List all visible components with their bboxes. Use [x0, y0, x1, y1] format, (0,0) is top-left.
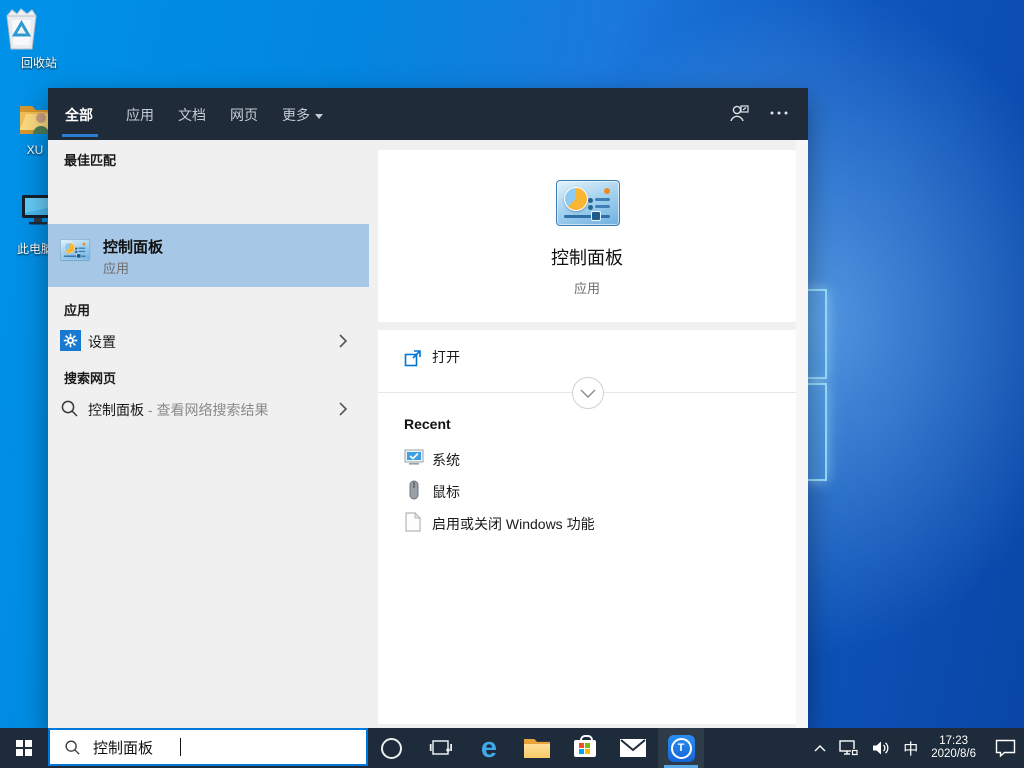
start-button[interactable] — [0, 728, 48, 768]
edge-button[interactable]: e — [466, 728, 512, 768]
chevron-right-icon — [338, 333, 348, 349]
flyout-header: 全部 应用 文档 网页 更多 — [48, 88, 808, 140]
action-center-button[interactable] — [995, 739, 1016, 758]
search-icon — [60, 399, 79, 418]
preview-actions-card: 打开 Recent 系统 — [378, 330, 796, 724]
taskbar-search-box[interactable] — [48, 728, 368, 766]
store-button[interactable] — [562, 728, 608, 768]
file-explorer-icon — [524, 739, 550, 758]
recycle-bin-icon — [0, 5, 42, 51]
settings-gear-icon — [60, 330, 81, 351]
network-icon — [839, 740, 859, 757]
task-view-icon — [429, 738, 453, 758]
preview-hero-card: 控制面板 应用 — [378, 150, 796, 322]
mail-button[interactable] — [610, 728, 656, 768]
tab-apps[interactable]: 应用 — [126, 105, 154, 125]
desktop: 回收站 XU 此电脑 全部 应用 文档 网页 — [0, 0, 1024, 768]
apps-section-header: 应用 — [64, 300, 90, 319]
ellipsis-icon — [770, 110, 788, 116]
mail-icon — [620, 739, 646, 757]
search-input[interactable] — [93, 739, 179, 756]
driver-app-icon: T — [668, 735, 695, 762]
volume-button[interactable] — [872, 740, 890, 756]
action-center-icon — [995, 739, 1016, 758]
web-search-label: 控制面板 - 查看网络搜索结果 — [88, 400, 268, 420]
best-match-title: 控制面板 — [103, 236, 163, 257]
wallpaper-pane — [806, 289, 827, 379]
tab-documents[interactable]: 文档 — [178, 105, 206, 125]
cortana-icon — [381, 738, 402, 759]
open-launch-icon — [404, 349, 422, 367]
tray-expand-button[interactable] — [814, 744, 826, 752]
best-match-result[interactable]: 控制面板 应用 — [48, 224, 369, 287]
results-column: 最佳匹配 控制面板 应用 应用 — [48, 140, 378, 728]
control-panel-icon — [60, 239, 90, 261]
person-icon — [728, 102, 750, 124]
windows-logo-icon — [16, 740, 32, 756]
preview-subtitle: 应用 — [378, 278, 796, 297]
best-match-subtitle: 应用 — [103, 258, 129, 277]
desktop-icon-recycle-bin[interactable]: 回收站 — [0, 5, 78, 71]
driver-app-button[interactable]: T — [658, 728, 704, 768]
web-section-header: 搜索网页 — [64, 368, 116, 387]
preview-title: 控制面板 — [378, 244, 796, 270]
text-caret — [180, 738, 181, 756]
chevron-down-icon — [580, 389, 596, 398]
tab-more[interactable]: 更多 — [282, 105, 323, 125]
mouse-icon — [404, 480, 424, 500]
chevron-down-icon — [315, 114, 323, 119]
ime-indicator[interactable]: 中 — [903, 738, 918, 759]
recent-item-system[interactable]: 系统 — [378, 446, 796, 472]
preview-column: 控制面板 应用 打开 Recen — [378, 140, 796, 728]
taskbar: e T — [0, 728, 1024, 768]
document-icon — [404, 512, 422, 532]
search-icon — [64, 739, 81, 756]
system-tray: 中 17:23 2020/8/6 — [814, 728, 1016, 768]
expand-button[interactable] — [572, 377, 604, 409]
edge-icon: e — [481, 734, 497, 763]
clock-time: 17:23 — [931, 735, 976, 748]
settings-label: 设置 — [88, 332, 116, 352]
store-icon — [574, 740, 596, 757]
file-explorer-button[interactable] — [514, 728, 560, 768]
speaker-icon — [872, 740, 890, 756]
recent-header: Recent — [404, 416, 451, 432]
scrollbar-track[interactable] — [796, 140, 808, 728]
recent-item-windows-features[interactable]: 启用或关闭 Windows 功能 — [378, 510, 796, 536]
system-icon — [404, 448, 424, 467]
network-button[interactable] — [839, 740, 859, 757]
tab-all[interactable]: 全部 — [65, 105, 93, 125]
recent-item-mouse[interactable]: 鼠标 — [378, 478, 796, 504]
search-flyout: 全部 应用 文档 网页 更多 最佳匹配 — [48, 88, 808, 728]
tab-web[interactable]: 网页 — [230, 105, 258, 125]
open-action[interactable]: 打开 — [378, 336, 796, 376]
clock-date: 2020/8/6 — [931, 748, 976, 761]
taskbar-clock[interactable]: 17:23 2020/8/6 — [931, 735, 976, 761]
desktop-icon-label: 回收站 — [0, 54, 78, 71]
task-view-button[interactable] — [418, 728, 464, 768]
signin-button[interactable] — [728, 102, 750, 124]
active-tab-underline — [62, 134, 98, 137]
web-search-result[interactable]: 控制面板 - 查看网络搜索结果 — [48, 392, 378, 426]
best-match-header: 最佳匹配 — [64, 150, 116, 169]
wallpaper-pane — [806, 383, 827, 481]
open-label: 打开 — [432, 347, 460, 367]
chevron-up-icon — [814, 744, 826, 752]
settings-result[interactable]: 设置 — [48, 324, 378, 358]
cortana-button[interactable] — [368, 728, 414, 768]
more-options-button[interactable] — [770, 110, 788, 116]
control-panel-icon-large — [556, 180, 620, 226]
chevron-right-icon — [338, 401, 348, 417]
